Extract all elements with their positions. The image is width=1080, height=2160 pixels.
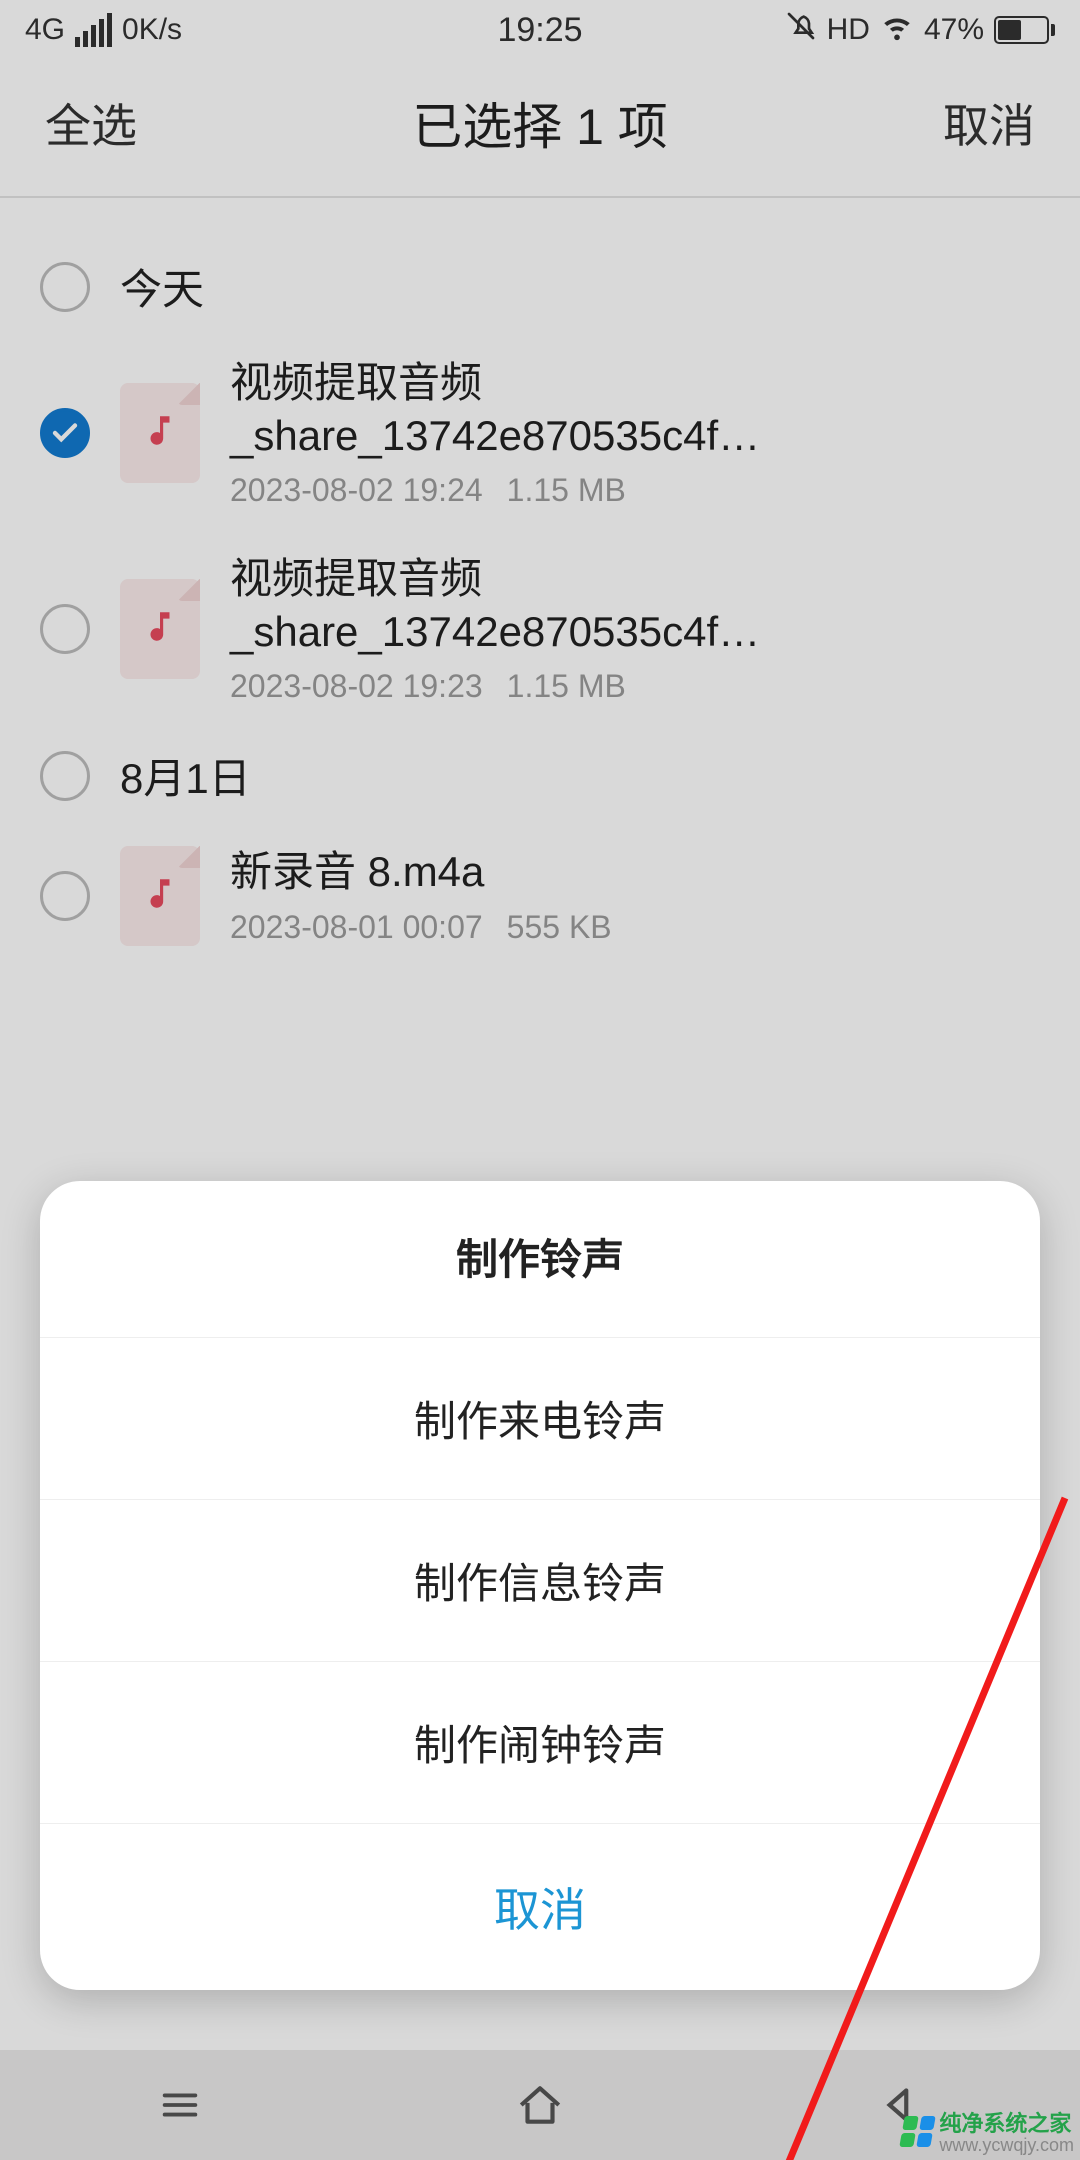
modal-title: 制作铃声	[40, 1181, 1040, 1337]
watermark-text: 纯净系统之家	[939, 2111, 1071, 2136]
watermark-logo-icon	[900, 2116, 936, 2147]
make-message-ringtone[interactable]: 制作信息铃声	[40, 1499, 1040, 1661]
modal-cancel-button[interactable]: 取消	[40, 1823, 1040, 1990]
watermark: 纯净系统之家 www.ycwqjy.com	[896, 2102, 1080, 2160]
watermark-url: www.ycwqjy.com	[939, 2135, 1074, 2156]
ringtone-modal: 制作铃声 制作来电铃声 制作信息铃声 制作闹钟铃声 取消	[40, 1181, 1040, 1990]
make-alarm-ringtone[interactable]: 制作闹钟铃声	[40, 1661, 1040, 1823]
make-call-ringtone[interactable]: 制作来电铃声	[40, 1337, 1040, 1499]
